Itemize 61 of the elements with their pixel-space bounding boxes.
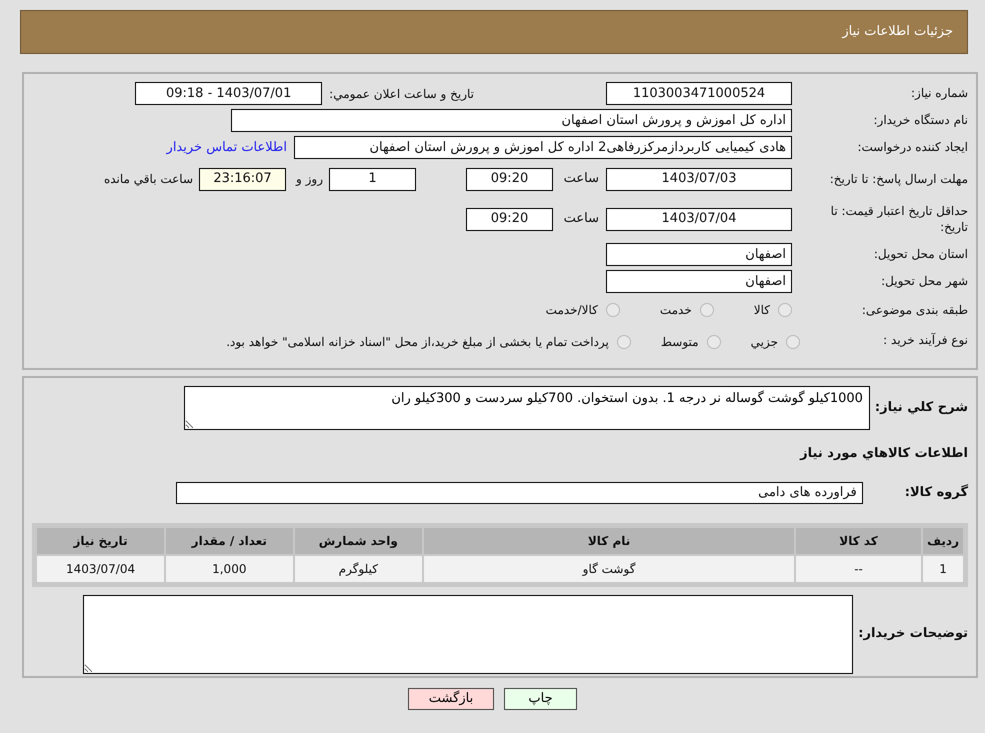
days-label: روز و xyxy=(296,171,323,188)
column-header: کد کالا xyxy=(796,528,922,554)
option-label: کالا xyxy=(754,302,770,319)
column-header: واحد شمارش xyxy=(294,528,422,554)
option-label: جزيي xyxy=(750,334,778,351)
field-label: شماره نیاز: xyxy=(910,85,968,102)
field-label: شهر محل تحویل: xyxy=(880,273,968,290)
time-label: ساعت xyxy=(562,170,599,188)
field-label: نوع فرآیند خرید : xyxy=(882,332,968,348)
date-field: 1403/07/04 xyxy=(606,208,792,230)
table-cell: 1,000 xyxy=(166,556,292,582)
city-field: اصفهان xyxy=(606,270,792,293)
field-label: استان محل تحویل: xyxy=(872,246,968,263)
column-header: ردیف xyxy=(923,528,963,554)
need-number-field: 1103003471000524 xyxy=(606,82,792,105)
time-label: ساعت xyxy=(562,210,599,228)
option-label: متوسط xyxy=(660,334,699,351)
field-label: حداقل تاریخ اعتبار قیمت: تا تاریخ: xyxy=(830,202,968,236)
time-field: 09:20 xyxy=(466,168,553,190)
goods-group-field: فراورده های دامی xyxy=(176,482,863,504)
table-cell: گوشت گاو xyxy=(424,556,794,582)
option-label: کالا/خدمت xyxy=(546,302,598,319)
radio-button[interactable] xyxy=(786,335,800,349)
remaining-time-field: 23:16:07 xyxy=(199,168,286,190)
buyer-field: اداره کل اموزش و پرورش استان اصفهان xyxy=(231,109,792,132)
radio-button[interactable] xyxy=(700,303,714,317)
option-label: پرداخت تمام یا بخشی از مبلغ خرید،از محل "اسناد خزانه اسلامی" خواهد بود. xyxy=(226,334,609,351)
table-cell: 1 xyxy=(923,556,963,582)
remaining-label: ساعت باقي مانده xyxy=(104,171,193,188)
back-button[interactable]: بازگشت xyxy=(408,688,494,710)
column-header: نام کالا xyxy=(424,528,794,554)
table-cell: کیلوگرم xyxy=(294,556,422,582)
page-title: جزئیات اطلاعات نیاز xyxy=(842,23,953,42)
column-header: تعداد / مقدار xyxy=(166,528,292,554)
section-title: اطلاعات کالاهاي مورد نیاز xyxy=(800,446,968,461)
table-cell: 1403/07/04 xyxy=(37,556,164,582)
field-label: شرح کلي نیاز: xyxy=(874,399,968,418)
contact-link[interactable]: اطلاعات تماس خریدار xyxy=(166,138,287,158)
field-label: گروه کالا: xyxy=(904,483,968,502)
field-label: تاریخ و ساعت اعلان عمومي: xyxy=(329,86,474,102)
time-field: 09:20 xyxy=(466,208,553,230)
field-label: توضیحات خریدار: xyxy=(858,625,968,644)
radio-button[interactable] xyxy=(616,335,631,349)
field-label: ایجاد کننده درخواست: xyxy=(856,139,968,156)
field-label: طبقه بندی موضوعی: xyxy=(860,302,968,318)
field-label: مهلت ارسال پاسخ: تا تاریخ: xyxy=(828,170,968,188)
column-header: تاریخ نیاز xyxy=(37,528,164,554)
radio-button[interactable] xyxy=(778,303,792,317)
table-cell: -- xyxy=(796,556,922,582)
print-button[interactable]: چاپ xyxy=(504,688,577,710)
days-field: 1 xyxy=(329,168,416,190)
field-label: نام دستگاه خریدار: xyxy=(872,112,968,129)
notes-field[interactable] xyxy=(83,594,854,674)
date-field: 1403/07/03 xyxy=(606,168,792,190)
description-field[interactable]: 1000کیلو گوشت گوساله نر درجه 1. بدون استخوان. 700کیلو سردست و 300کیلو ران xyxy=(184,386,870,430)
radio-button[interactable] xyxy=(706,335,721,349)
announce-date-field: 1403/07/01 - 09:18 xyxy=(135,82,322,105)
option-label: خدمت xyxy=(660,302,692,319)
province-field: اصفهان xyxy=(606,243,792,266)
creator-field: هادی کیمیایی کاربردازمرکزرفاهی2 اداره کل اموزش و پرورش استان اصفهان xyxy=(294,136,792,159)
radio-button[interactable] xyxy=(606,303,620,317)
